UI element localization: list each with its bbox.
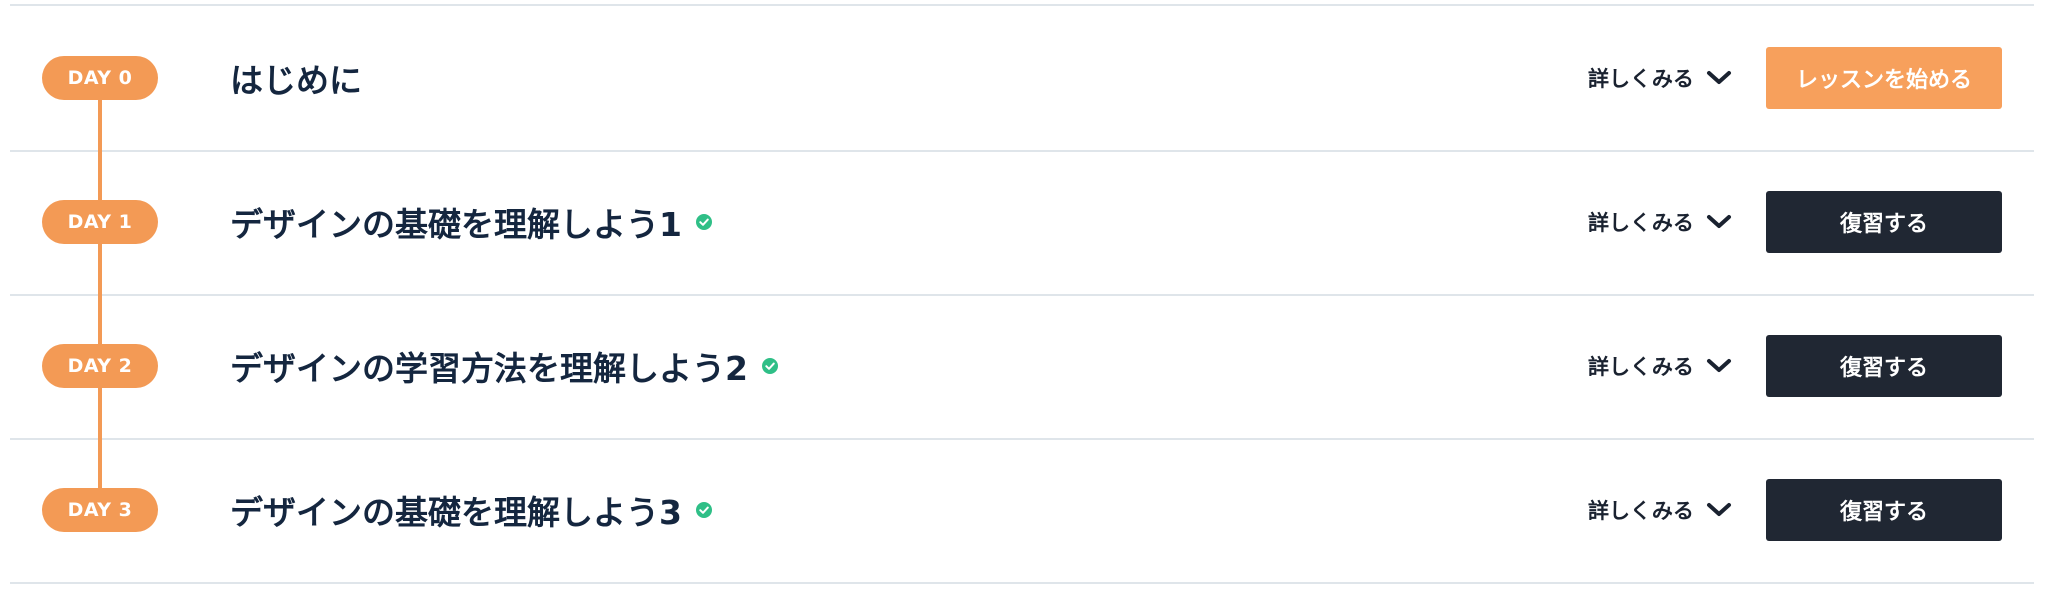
start-lesson-button[interactable]: レッスンを始める	[1766, 47, 2002, 109]
lesson-row-day-0: DAY 0 はじめに 詳しくみる レッスンを始める	[0, 6, 2048, 150]
lesson-title-wrap: デザインの学習方法を理解しよう2	[230, 344, 778, 388]
lesson-title: デザインの基礎を理解しよう1	[230, 205, 682, 244]
details-toggle[interactable]: 詳しくみる	[1588, 200, 1732, 244]
review-button[interactable]: 復習する	[1766, 479, 2002, 541]
details-toggle-label: 詳しくみる	[1588, 67, 1694, 91]
review-button[interactable]: 復習する	[1766, 335, 2002, 397]
details-toggle[interactable]: 詳しくみる	[1588, 344, 1732, 388]
chevron-down-icon	[1706, 215, 1731, 228]
lesson-title-wrap: はじめに	[230, 56, 362, 100]
lesson-row-day-2: DAY 2 デザインの学習方法を理解しよう2 詳しくみる 復習する	[0, 294, 2048, 438]
check-circle-icon	[695, 214, 712, 230]
review-button[interactable]: 復習する	[1766, 191, 2002, 253]
day-badge: DAY 2	[42, 344, 158, 388]
lesson-title: デザインの基礎を理解しよう3	[230, 493, 682, 532]
details-toggle-label: 詳しくみる	[1588, 355, 1694, 379]
lesson-row-day-3: DAY 3 デザインの基礎を理解しよう3 詳しくみる 復習する	[0, 438, 2048, 582]
check-circle-icon	[761, 358, 778, 374]
lesson-list: DAY 0 はじめに 詳しくみる レッスンを始める DAY 1 デザインの基礎を…	[0, 0, 2048, 607]
check-circle-icon	[695, 502, 712, 518]
lesson-title-wrap: デザインの基礎を理解しよう1	[230, 200, 712, 244]
lesson-title: デザインの学習方法を理解しよう2	[230, 349, 748, 388]
details-toggle[interactable]: 詳しくみる	[1588, 488, 1732, 532]
lesson-title-wrap: デザインの基礎を理解しよう3	[230, 488, 712, 532]
details-toggle-label: 詳しくみる	[1588, 211, 1694, 235]
day-badge: DAY 0	[42, 56, 158, 100]
day-badge: DAY 1	[42, 200, 158, 244]
details-toggle-label: 詳しくみる	[1588, 499, 1694, 523]
chevron-down-icon	[1706, 71, 1731, 84]
lesson-row-day-1: DAY 1 デザインの基礎を理解しよう1 詳しくみる 復習する	[0, 150, 2048, 294]
chevron-down-icon	[1706, 359, 1731, 372]
details-toggle[interactable]: 詳しくみる	[1588, 56, 1732, 100]
divider	[10, 582, 2034, 584]
chevron-down-icon	[1706, 503, 1731, 516]
lesson-title: はじめに	[230, 61, 362, 100]
day-badge: DAY 3	[42, 488, 158, 532]
